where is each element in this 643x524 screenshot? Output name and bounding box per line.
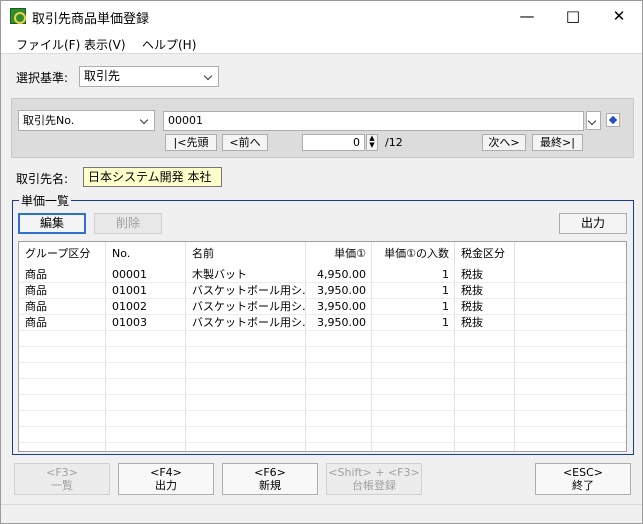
empty-row bbox=[19, 331, 626, 347]
empty-row bbox=[19, 411, 626, 427]
shift-f3-register-button[interactable]: <Shift> + <F3> 台帳登録 bbox=[326, 463, 422, 495]
menu-file[interactable]: ファイル(F) bbox=[16, 36, 80, 53]
record-spinner[interactable]: ▲ ▼ bbox=[366, 134, 378, 151]
cell-unit-price: 3,950.00 bbox=[317, 300, 366, 313]
empty-row bbox=[19, 347, 626, 363]
cell-name: バスケットボール用シ… bbox=[192, 316, 306, 329]
table-row[interactable]: 商品 01002 バスケットボール用シ… 3,950.00 1 税抜 bbox=[19, 299, 626, 315]
delete-button[interactable]: 削除 bbox=[94, 213, 162, 234]
cell-group: 商品 bbox=[25, 284, 47, 297]
cell-group: 商品 bbox=[25, 300, 47, 313]
table-row[interactable]: 商品 01003 バスケットボール用シ… 3,950.00 1 税抜 bbox=[19, 315, 626, 331]
cell-name: バスケットボール用シ… bbox=[192, 300, 306, 313]
search-panel: 取引先No. 00001 |<先頭 <前へ 0 ▲ ▼ /12 次へ> 最終>| bbox=[11, 98, 634, 158]
f6-label: 新規 bbox=[259, 479, 281, 492]
empty-row bbox=[19, 395, 626, 411]
cell-quantity: 1 bbox=[442, 268, 449, 281]
table-row[interactable]: 商品 01001 バスケットボール用シ… 3,950.00 1 税抜 bbox=[19, 283, 626, 299]
prev-record-button[interactable]: <前へ bbox=[222, 134, 268, 151]
search-value-input[interactable]: 00001 bbox=[163, 111, 584, 131]
cell-tax: 税抜 bbox=[461, 284, 483, 297]
cell-tax: 税抜 bbox=[461, 316, 483, 329]
menu-help[interactable]: ヘルプ(H) bbox=[142, 36, 196, 53]
cell-name: 木製バット bbox=[192, 268, 247, 281]
customer-name-value: 日本システム開発 本社 bbox=[83, 167, 222, 187]
edit-button[interactable]: 編集 bbox=[18, 213, 86, 234]
empty-row bbox=[19, 379, 626, 395]
column-header-group[interactable]: グループ区分 bbox=[19, 242, 106, 266]
cell-unit-price: 3,950.00 bbox=[317, 316, 366, 329]
empty-row bbox=[19, 427, 626, 443]
window-title: 取引先商品単価登録 bbox=[32, 12, 150, 27]
table-row[interactable]: 商品 00001 木製バット 4,950.00 1 税抜 bbox=[19, 267, 626, 283]
esc-exit-button[interactable]: <ESC> 終了 bbox=[535, 463, 631, 495]
column-header-name[interactable]: 名前 bbox=[186, 242, 306, 266]
f4-output-button[interactable]: <F4> 出力 bbox=[118, 463, 214, 495]
output-button[interactable]: 出力 bbox=[559, 213, 627, 234]
customer-name-label: 取引先名: bbox=[16, 172, 69, 186]
chevron-down-icon bbox=[139, 111, 151, 130]
cell-no: 00001 bbox=[112, 268, 147, 281]
f6-key-label: <F6> bbox=[254, 466, 286, 479]
chevron-down-icon bbox=[203, 67, 215, 86]
f3-label: 一覧 bbox=[51, 479, 73, 492]
diamond-icon bbox=[608, 115, 618, 125]
app-window: 取引先商品単価登録 — □ ✕ ファイル(F) 表示(V) ヘルプ(H) 選択基… bbox=[0, 0, 643, 524]
cell-tax: 税抜 bbox=[461, 300, 483, 313]
empty-row bbox=[19, 363, 626, 379]
cell-quantity: 1 bbox=[442, 284, 449, 297]
unit-price-group-title: 単価一覧 bbox=[19, 192, 72, 209]
esc-label: 終了 bbox=[572, 479, 594, 492]
column-header-tax[interactable]: 税金区分 bbox=[455, 242, 515, 266]
cell-no: 01001 bbox=[112, 284, 147, 297]
menu-view[interactable]: 表示(V) bbox=[84, 36, 126, 53]
shift-f3-label: 台帳登録 bbox=[352, 479, 396, 492]
maximize-icon[interactable]: □ bbox=[550, 1, 596, 32]
search-execute-button[interactable] bbox=[606, 113, 620, 127]
last-record-button[interactable]: 最終>| bbox=[532, 134, 583, 151]
record-total: /12 bbox=[385, 136, 403, 149]
cell-no: 01003 bbox=[112, 316, 147, 329]
column-header-quantity[interactable]: 単価①の入数 bbox=[372, 242, 455, 266]
f4-label: 出力 bbox=[155, 479, 177, 492]
title-bar: 取引先商品単価登録 — □ ✕ bbox=[1, 1, 642, 32]
criteria-value: 取引先 bbox=[84, 69, 121, 83]
unit-price-table[interactable]: グループ区分 No. 名前 単価① 単価①の入数 税金区分 商品 00001 木… bbox=[18, 241, 627, 452]
record-position-input[interactable]: 0 bbox=[302, 134, 365, 151]
search-field-value: 取引先No. bbox=[23, 114, 75, 127]
cell-tax: 税抜 bbox=[461, 268, 483, 281]
f4-key-label: <F4> bbox=[150, 466, 182, 479]
cell-quantity: 1 bbox=[442, 300, 449, 313]
cell-unit-price: 3,950.00 bbox=[317, 284, 366, 297]
criteria-select[interactable]: 取引先 bbox=[79, 66, 219, 87]
next-record-button[interactable]: 次へ> bbox=[482, 134, 526, 151]
esc-key-label: <ESC> bbox=[562, 466, 604, 479]
menu-bar: ファイル(F) 表示(V) ヘルプ(H) bbox=[1, 32, 642, 54]
column-header-unit-price[interactable]: 単価① bbox=[306, 242, 372, 266]
first-record-button[interactable]: |<先頭 bbox=[165, 134, 217, 151]
app-icon bbox=[10, 8, 26, 24]
search-dropdown-button[interactable] bbox=[586, 111, 601, 130]
chevron-down-icon bbox=[587, 112, 599, 131]
status-bar bbox=[1, 504, 642, 523]
minimize-icon[interactable]: — bbox=[504, 1, 550, 32]
f6-new-button[interactable]: <F6> 新規 bbox=[222, 463, 318, 495]
criteria-label: 選択基準: bbox=[16, 71, 69, 85]
cell-no: 01002 bbox=[112, 300, 147, 313]
cell-unit-price: 4,950.00 bbox=[317, 268, 366, 281]
f3-key-label: <F3> bbox=[46, 466, 78, 479]
column-header-no[interactable]: No. bbox=[106, 242, 186, 266]
f3-list-button[interactable]: <F3> 一覧 bbox=[14, 463, 110, 495]
cell-name: バスケットボール用シ… bbox=[192, 284, 306, 297]
shift-f3-key-label: <Shift> + <F3> bbox=[328, 466, 420, 479]
close-icon[interactable]: ✕ bbox=[596, 1, 642, 32]
search-field-select[interactable]: 取引先No. bbox=[18, 110, 155, 131]
cell-group: 商品 bbox=[25, 316, 47, 329]
cell-group: 商品 bbox=[25, 268, 47, 281]
cell-quantity: 1 bbox=[442, 316, 449, 329]
